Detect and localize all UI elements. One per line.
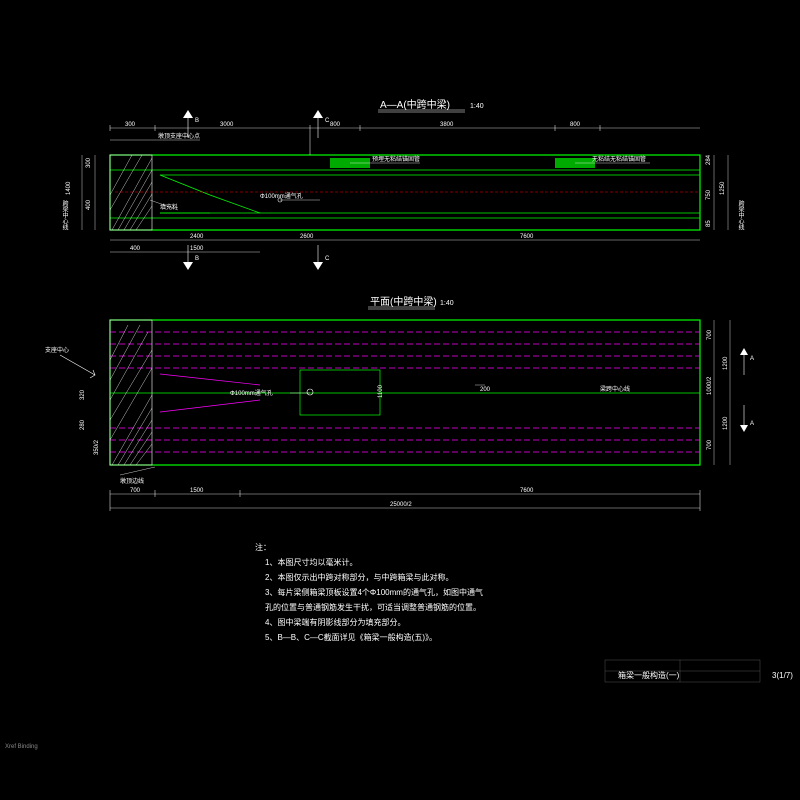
svg-text:750: 750 [706, 189, 712, 200]
svg-text:梁跨中心线: 梁跨中心线 [600, 385, 630, 393]
dims-elev-top: 300 3000 800 3800 800 墩顶支座中心点 [110, 122, 700, 155]
svg-text:284: 284 [706, 154, 712, 165]
notes-heading: 注： [255, 542, 271, 552]
svg-text:320: 320 [80, 389, 86, 400]
note-1: 1、本图尺寸均以毫米计。 [265, 557, 357, 567]
svg-text:墩顶支座中心点: 墩顶支座中心点 [158, 132, 200, 140]
xref-status: Xref Binding [5, 744, 38, 750]
svg-text:25000/2: 25000/2 [390, 502, 412, 508]
note-4: 4、图中梁端有阴影线部分为填充部分。 [265, 617, 405, 627]
svg-text:C: C [325, 118, 330, 124]
filler-hatch [110, 155, 152, 230]
svg-text:1500: 1500 [190, 488, 204, 494]
sheet-title: 箱梁一般构造(一) [618, 670, 680, 680]
svg-text:A: A [750, 421, 754, 427]
section-title: A—A(中跨中梁) [380, 98, 450, 111]
svg-text:无粘结无粘结锚固管: 无粘结无粘结锚固管 [592, 155, 646, 163]
svg-text:Φ100mm通气孔: Φ100mm通气孔 [230, 389, 273, 397]
note-3a: 3、每片梁侧箱梁顶板设置4个Φ100mm的通气孔，如图中通气 [265, 587, 483, 597]
svg-text:3800: 3800 [440, 122, 454, 128]
svg-text:300: 300 [86, 157, 92, 168]
plan-scale: 1:40 [440, 300, 454, 307]
svg-text:跨梁中心线: 跨梁中心线 [61, 199, 68, 230]
svg-text:1200: 1200 [723, 416, 729, 430]
notes-block: 注： 1、本图尺寸均以毫米计。 2、本图仅示出中跨对称部分，与中跨箱梁与此对称。… [255, 542, 483, 642]
svg-text:200: 200 [480, 387, 491, 393]
svg-text:C: C [325, 256, 330, 262]
plan-view: Φ100mm通气孔 200 1100 梁跨中心线 支座中心 320 280 35… [45, 320, 754, 511]
svg-text:1200: 1200 [723, 356, 729, 370]
svg-text:Φ100mm通气孔: Φ100mm通气孔 [260, 192, 303, 200]
svg-text:350/2: 350/2 [94, 439, 100, 455]
svg-text:400: 400 [130, 246, 141, 252]
svg-text:800: 800 [330, 122, 341, 128]
svg-text:A: A [750, 356, 754, 362]
svg-text:85: 85 [706, 220, 712, 227]
cad-viewport[interactable]: A—A(中跨中梁) 1:40 [0, 0, 800, 800]
section-scale: 1:40 [470, 103, 484, 110]
svg-text:7600: 7600 [520, 234, 534, 240]
svg-text:400: 400 [86, 199, 92, 210]
svg-text:700: 700 [707, 329, 713, 340]
svg-text:300: 300 [125, 122, 136, 128]
svg-text:1000/2: 1000/2 [707, 376, 713, 395]
svg-text:280: 280 [80, 419, 86, 430]
svg-text:填充料: 填充料 [160, 203, 178, 211]
note-5: 5、B—B、C—C截面详见《箱梁一般构造(五)》。 [265, 632, 437, 642]
elevation-view: 300 3000 800 3800 800 墩顶支座中心点 B B C C 填充… [61, 110, 744, 270]
svg-text:B: B [195, 118, 199, 124]
note-2: 2、本图仅示出中跨对称部分，与中跨箱梁与此对称。 [265, 572, 453, 582]
svg-text:700: 700 [130, 488, 141, 494]
sheet-number: 3(1/7) [772, 671, 793, 680]
svg-text:1100: 1100 [378, 384, 384, 398]
svg-text:B: B [195, 256, 199, 262]
svg-text:支座中心: 支座中心 [45, 346, 69, 354]
svg-text:1500: 1500 [190, 246, 204, 252]
svg-text:2600: 2600 [300, 234, 314, 240]
svg-text:700: 700 [707, 439, 713, 450]
svg-text:1400: 1400 [66, 181, 72, 195]
svg-text:墩顶边线: 墩顶边线 [120, 477, 144, 485]
svg-text:800: 800 [570, 122, 581, 128]
svg-text:2400: 2400 [190, 234, 204, 240]
svg-text:跨梁中心线: 跨梁中心线 [737, 199, 744, 230]
svg-text:1250: 1250 [720, 181, 726, 195]
svg-text:3000: 3000 [220, 122, 234, 128]
note-3b: 孔的位置与普通钢筋发生干扰，可适当调整普通钢筋的位置。 [265, 602, 481, 612]
svg-text:预埋无粘结锚固管: 预埋无粘结锚固管 [372, 155, 420, 163]
plan-title: 平面(中跨中梁) [370, 295, 437, 308]
svg-text:7600: 7600 [520, 488, 534, 494]
